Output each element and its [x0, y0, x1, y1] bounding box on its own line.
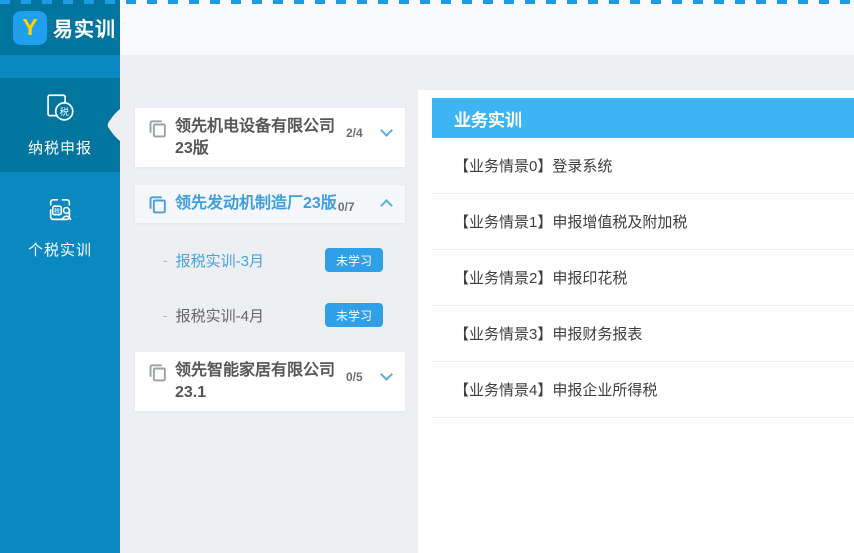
- lesson-bullet: -: [163, 307, 168, 323]
- copy-icon: [147, 362, 168, 383]
- copy-icon: [147, 118, 168, 139]
- lesson-title[interactable]: 报税实训-3月: [176, 250, 264, 271]
- scenario-row-vat[interactable]: 【业务情景1】申报增值税及附加税: [432, 194, 854, 250]
- course-progress: 0/5: [346, 370, 363, 384]
- chevron-up-icon[interactable]: [380, 199, 393, 212]
- course-title: 领先机电设备有限公司23版: [175, 118, 336, 157]
- business-training-panel: 业务实训 【业务情景0】登录系统 【业务情景1】申报增值税及附加税 【业务情景2…: [418, 90, 854, 553]
- sidebar-item-label: 个税实训: [27, 242, 92, 259]
- app-logo-icon: Y: [13, 10, 47, 45]
- chevron-down-icon[interactable]: [380, 124, 393, 137]
- copy-icon: [147, 194, 168, 215]
- lesson-item-march[interactable]: - 报税实训-3月 未学习: [135, 247, 405, 273]
- sidebar-item-personal-tax[interactable]: 税 个税实训: [0, 180, 120, 274]
- tax-char-small: 税: [54, 207, 60, 215]
- app-name: 易实训: [53, 19, 116, 41]
- top-strip: [120, 0, 854, 55]
- status-badge-button[interactable]: 未学习: [325, 303, 383, 327]
- course-list: 领先机电设备有限公司23版 2/4 领先发动机制造厂23版 0/7 - 报税实训…: [135, 108, 405, 411]
- tax-declaration-icon: 税: [43, 91, 77, 129]
- scenario-row-stamp-tax[interactable]: 【业务情景2】申报印花税: [432, 250, 854, 306]
- scenario-row-financial-report[interactable]: 【业务情景3】申报财务报表: [432, 306, 854, 362]
- course-card-jidian[interactable]: 领先机电设备有限公司23版 2/4: [135, 108, 405, 167]
- status-badge-button[interactable]: 未学习: [325, 248, 383, 272]
- app-window: Y 易实训 税 纳税申报 税 个税实训 领先机电设备有限公司23版 2/4 领先…: [0, 0, 854, 553]
- course-card-fadongji[interactable]: 领先发动机制造厂23版 0/7: [135, 185, 405, 223]
- content-area: 领先机电设备有限公司23版 2/4 领先发动机制造厂23版 0/7 - 报税实训…: [120, 0, 854, 553]
- lesson-title[interactable]: 报税实训-4月: [176, 305, 264, 326]
- personal-tax-icon: 税: [43, 193, 77, 231]
- course-card-zhineng[interactable]: 领先智能家居有限公司23.1 0/5: [135, 352, 405, 411]
- panel-title: 业务实训: [432, 98, 854, 138]
- tax-char: 税: [60, 106, 70, 117]
- chevron-down-icon[interactable]: [380, 368, 393, 381]
- top-dashed-border: [0, 0, 854, 4]
- scenario-row-income-tax[interactable]: 【业务情景4】申报企业所得税: [432, 362, 854, 418]
- scenario-row-login[interactable]: 【业务情景0】登录系统: [432, 138, 854, 194]
- brand-header: Y 易实训: [0, 0, 120, 55]
- course-progress: 2/4: [346, 126, 363, 140]
- course-title: 领先发动机制造厂23版: [175, 194, 337, 212]
- sidebar-item-tax-declaration[interactable]: 税 纳税申报: [0, 78, 120, 172]
- course-progress: 0/7: [337, 199, 355, 214]
- sidebar: Y 易实训 税 纳税申报 税 个税实训: [0, 0, 120, 553]
- active-item-notch: [107, 109, 120, 141]
- course-title: 领先智能家居有限公司23.1: [175, 362, 336, 401]
- lesson-bullet: -: [163, 252, 168, 268]
- scenario-list: 【业务情景0】登录系统 【业务情景1】申报增值税及附加税 【业务情景2】申报印花…: [432, 138, 854, 418]
- sidebar-item-label: 纳税申报: [27, 140, 92, 157]
- lesson-item-april[interactable]: - 报税实训-4月 未学习: [135, 302, 405, 328]
